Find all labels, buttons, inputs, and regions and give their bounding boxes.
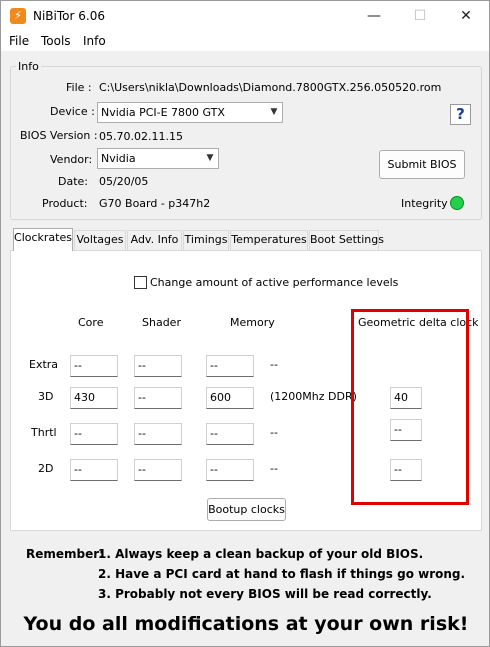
product-value: G70 Board - p347h2 [99, 197, 211, 210]
extra-memory-input[interactable]: -- [206, 355, 254, 377]
device-select-value: Nvidia PCI-E 7800 GTX [101, 106, 225, 119]
3d-memory-input[interactable]: 600 [206, 387, 254, 409]
integrity-label: Integrity : [401, 197, 455, 210]
file-label: File : [66, 81, 92, 94]
3d-core-input[interactable]: 430 [70, 387, 118, 409]
bootup-clocks-button[interactable]: Bootup clocks [207, 498, 286, 521]
minimize-button[interactable]: — [351, 1, 397, 31]
remember-line-3: 3. Probably not every BIOS will be read … [98, 587, 432, 601]
row-label-3d: 3D [38, 390, 54, 403]
tab-voltages[interactable]: Voltages [74, 230, 126, 250]
menu-file[interactable]: File [9, 34, 29, 48]
chevron-down-icon: ▼ [270, 107, 278, 117]
menu-bar: File Tools Info [1, 31, 489, 51]
close-button[interactable]: ✕ [443, 1, 489, 31]
nibitor-app-icon: ⚡ [10, 8, 26, 24]
tab-boot-settings[interactable]: Boot Settings [309, 230, 384, 250]
extra-core-input[interactable]: -- [70, 355, 118, 377]
core-column-header: Core [78, 316, 104, 329]
2d-memory-info: -- [270, 462, 278, 475]
info-group-label: Info [16, 60, 41, 73]
title-bar: ⚡ NiBiTor 6.06 — ☐ ✕ [1, 1, 489, 31]
extra-memory-info: -- [270, 358, 278, 371]
tab-temperatures[interactable]: Temperatures [230, 230, 308, 250]
risk-warning: You do all modifications at your own ris… [23, 613, 469, 635]
help-button[interactable]: ? [450, 104, 471, 125]
integrity-status-indicator [450, 196, 464, 210]
window-title: NiBiTor 6.06 [33, 9, 105, 23]
remember-line-1: 1. Always keep a clean backup of your ol… [98, 547, 424, 561]
2d-shader-input[interactable]: -- [134, 459, 182, 481]
product-label: Product: [42, 197, 88, 210]
date-label: Date: [58, 175, 88, 188]
app-window: ⚡ NiBiTor 6.06 — ☐ ✕ File Tools Info Inf… [0, 0, 490, 647]
thrtl-memory-info: -- [270, 426, 278, 439]
tab-clockrates[interactable]: Clockrates [13, 228, 73, 251]
row-label-2d: 2D [38, 462, 54, 475]
3d-memory-info: (1200Mhz DDR) [270, 390, 357, 403]
extra-shader-input[interactable]: -- [134, 355, 182, 377]
submit-bios-button[interactable]: Submit BIOS [379, 150, 465, 179]
2d-core-input[interactable]: -- [70, 459, 118, 481]
chevron-down-icon: ▼ [206, 153, 214, 163]
performance-levels-checkbox[interactable] [134, 276, 147, 289]
vendor-select-value: Nvidia [101, 152, 136, 165]
device-select[interactable]: Nvidia PCI-E 7800 GTX ▼ [97, 102, 283, 123]
thrtl-shader-input[interactable]: -- [134, 423, 182, 445]
maximize-button[interactable]: ☐ [397, 1, 443, 31]
geometric-delta-highlight [351, 309, 469, 505]
menu-info[interactable]: Info [83, 34, 106, 48]
memory-column-header: Memory [230, 316, 275, 329]
bios-version-value: 05.70.02.11.15 [99, 130, 183, 143]
row-label-extra: Extra [29, 358, 59, 371]
performance-levels-label: Change amount of active performance leve… [150, 276, 399, 289]
row-label-thrtl: Thrtl [31, 426, 57, 439]
device-label: Device : [50, 105, 95, 118]
tab-timings[interactable]: Timings [183, 230, 229, 250]
2d-memory-input[interactable]: -- [206, 459, 254, 481]
tab-adv-info[interactable]: Adv. Info [127, 230, 182, 250]
shader-column-header: Shader [142, 316, 181, 329]
vendor-select[interactable]: Nvidia ▼ [97, 148, 219, 169]
date-value: 05/20/05 [99, 175, 149, 188]
thrtl-memory-input[interactable]: -- [206, 423, 254, 445]
vendor-label: Vendor: [50, 153, 93, 166]
remember-line-2: 2. Have a PCI card at hand to flash if t… [98, 567, 466, 581]
remember-label: Remember: [26, 547, 104, 561]
3d-shader-input[interactable]: -- [134, 387, 182, 409]
file-path: C:\Users\nikla\Downloads\Diamond.7800GTX… [99, 81, 442, 94]
menu-tools[interactable]: Tools [41, 34, 71, 48]
thrtl-core-input[interactable]: -- [70, 423, 118, 445]
bios-version-label: BIOS Version : [20, 129, 98, 142]
